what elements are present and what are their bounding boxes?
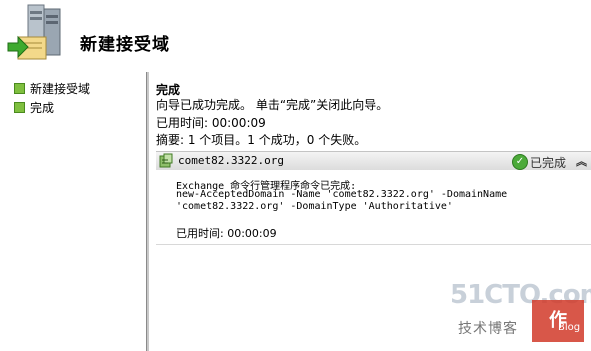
watermark-blog: Blog bbox=[558, 322, 581, 333]
domain-icon bbox=[158, 153, 174, 169]
wizard-title: 新建接受域 bbox=[80, 35, 170, 55]
sidebar-item-complete[interactable]: 完成 bbox=[14, 99, 54, 115]
sidebar-item-new-accepted-domain[interactable]: 新建接受域 bbox=[14, 80, 90, 96]
detail-line: new-AcceptedDomain -Name 'comet82.3322.o… bbox=[176, 189, 508, 200]
collapse-icon[interactable]: ︽ bbox=[576, 153, 587, 169]
sidebar-item-label: 完成 bbox=[30, 100, 55, 115]
result-item-header[interactable]: comet82.3322.org ✓ 已完成 ︽ bbox=[156, 151, 591, 171]
summary-text: 摘要: 1 个项目。1 个成功，0 个失败。 bbox=[156, 133, 367, 147]
detail-elapsed-time: 已用时间: 00:00:09 bbox=[176, 227, 277, 240]
watermark-sub: 技术博客 bbox=[458, 321, 518, 337]
sidebar-divider bbox=[146, 72, 149, 351]
result-item-name: comet82.3322.org bbox=[178, 154, 284, 167]
green-square-icon bbox=[14, 101, 25, 113]
wizard-header: 新建接受域 bbox=[0, 0, 591, 72]
watermark-stamp: 作 bbox=[532, 300, 584, 342]
result-status: 已完成 bbox=[530, 156, 567, 170]
detail-line: 'comet82.3322.org' -DomainType 'Authorit… bbox=[176, 201, 453, 212]
check-icon: ✓ bbox=[512, 154, 528, 170]
green-square-icon bbox=[14, 82, 25, 94]
server-certificate-icon bbox=[6, 3, 66, 65]
completion-message: 向导已成功完成。 单击“完成”关闭此向导。 bbox=[156, 98, 389, 112]
wizard-sidebar: 新建接受域 完成 bbox=[0, 72, 144, 351]
elapsed-time: 已用时间: 00:00:09 bbox=[156, 116, 266, 130]
result-item-detail: Exchange 命令行管理程序命令已完成: new-AcceptedDomai… bbox=[156, 170, 591, 245]
sidebar-item-label: 新建接受域 bbox=[30, 81, 91, 96]
